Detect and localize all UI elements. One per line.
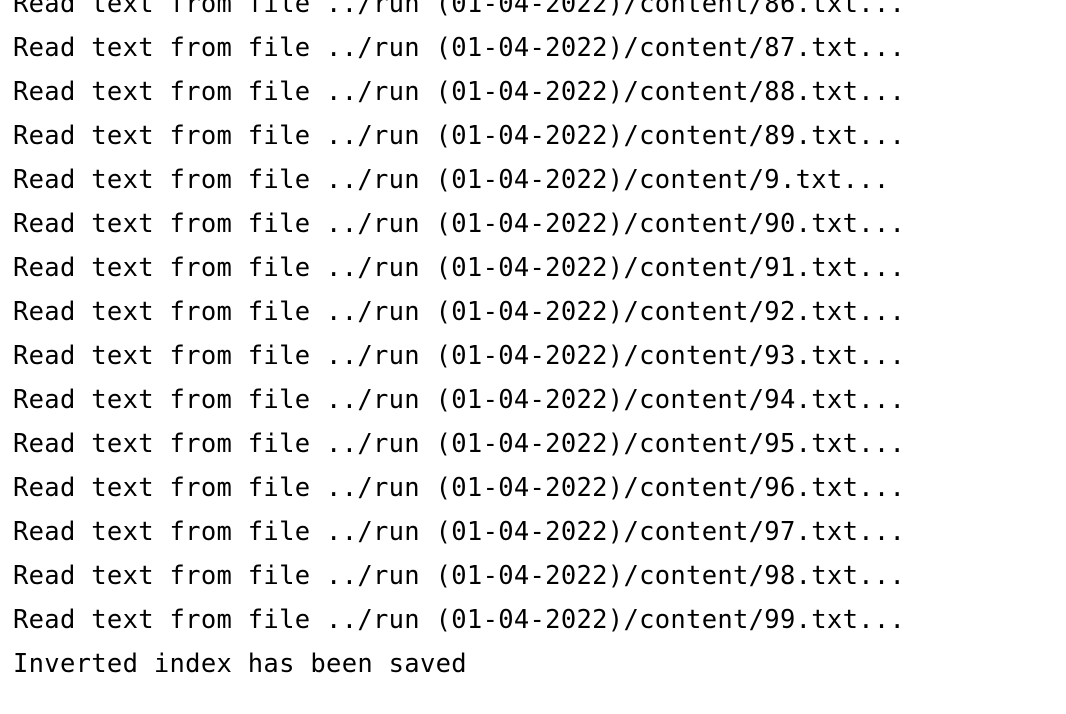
console-line: Read text from file ../run (01-04-2022)/… [13,209,906,239]
console-line: Read text from file ../run (01-04-2022)/… [13,429,906,459]
console-line: Read text from file ../run (01-04-2022)/… [13,473,906,503]
console-line: Read text from file ../run (01-04-2022)/… [13,341,906,371]
console-status-line: Inverted index has been saved [13,649,467,679]
console-line: Read text from file ../run (01-04-2022)/… [13,77,906,107]
console-line: Read text from file ../run (01-04-2022)/… [13,121,906,151]
console-line: Read text from file ../run (01-04-2022)/… [13,253,906,283]
console-line: Read text from file ../run (01-04-2022)/… [13,561,906,591]
console-line: Read text from file ../run (01-04-2022)/… [13,517,906,547]
console-line: Read text from file ../run (01-04-2022)/… [13,605,906,635]
console-line: Read text from file ../run (01-04-2022)/… [13,0,906,19]
console-line: Read text from file ../run (01-04-2022)/… [13,385,906,415]
console-line: Read text from file ../run (01-04-2022)/… [13,33,906,63]
console-line: Read text from file ../run (01-04-2022)/… [13,297,906,327]
console-output[interactable]: Read text from file ../run (01-04-2022)/… [0,0,1066,714]
console-line: Read text from file ../run (01-04-2022)/… [13,165,890,195]
console-lines: Read text from file ../run (01-04-2022)/… [13,0,905,686]
